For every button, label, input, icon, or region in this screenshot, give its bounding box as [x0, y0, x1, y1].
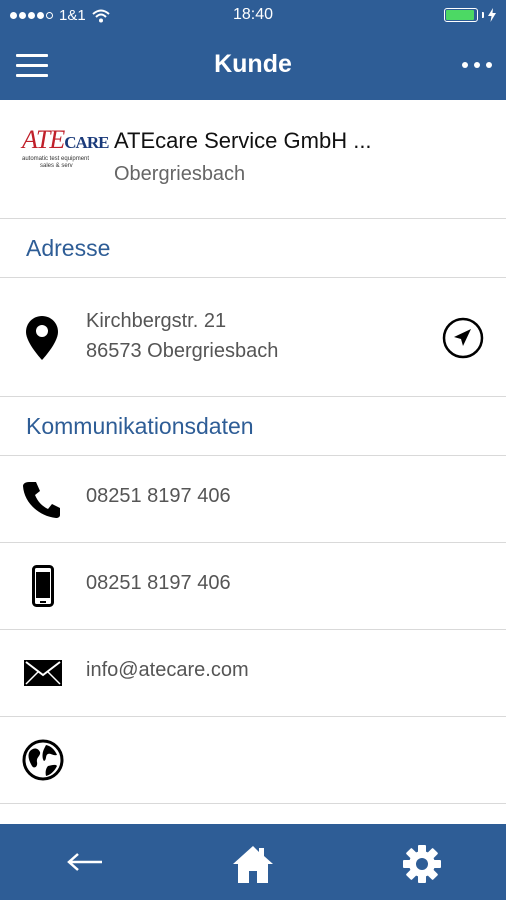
customer-city: Obergriesbach — [114, 163, 246, 185]
phone-icon — [23, 482, 60, 518]
more-icon[interactable] — [462, 62, 492, 68]
charging-icon — [488, 8, 496, 22]
map-pin-icon — [26, 316, 58, 360]
battery-icon — [444, 8, 496, 22]
address-row[interactable]: Kirchbergstr. 21 86573 Obergriesbach — [0, 278, 506, 397]
mail-icon — [24, 660, 62, 686]
mobile-row[interactable]: 08251 8197 406 — [0, 543, 506, 630]
page-title: Kunde — [214, 50, 292, 78]
section-address-title: Adresse — [26, 235, 111, 261]
customer-card: ATECARE automatic test equipment sales &… — [0, 100, 506, 219]
back-arrow-icon[interactable] — [66, 850, 104, 874]
phone-number: 08251 8197 406 — [86, 485, 231, 507]
address-city: 86573 Obergriesbach — [86, 340, 279, 362]
section-communication-title: Kommunikationsdaten — [26, 413, 254, 439]
section-address: Adresse — [0, 219, 506, 278]
nav-bar: Kunde — [0, 40, 506, 96]
top-bar: 1&1 18:40 Kunde — [0, 0, 506, 100]
email-address: info@atecare.com — [86, 659, 249, 681]
mobile-icon — [32, 565, 54, 607]
email-row[interactable]: info@atecare.com — [0, 630, 506, 717]
mobile-number: 08251 8197 406 — [86, 572, 231, 594]
status-bar: 1&1 18:40 — [0, 0, 506, 32]
website-row[interactable] — [0, 717, 506, 804]
section-communication: Kommunikationsdaten — [0, 397, 506, 456]
customer-name: ATEcare Service GmbH ... — [114, 128, 372, 153]
status-time: 18:40 — [232, 6, 274, 23]
bottom-toolbar — [0, 824, 506, 900]
home-icon[interactable] — [232, 844, 274, 884]
navigate-icon[interactable] — [442, 317, 484, 359]
phone-row[interactable]: 08251 8197 406 — [0, 456, 506, 543]
globe-icon — [22, 739, 64, 781]
address-street: Kirchbergstr. 21 — [86, 310, 227, 332]
gear-icon[interactable] — [402, 844, 442, 884]
company-logo: ATECARE automatic test equipment sales &… — [22, 125, 109, 170]
